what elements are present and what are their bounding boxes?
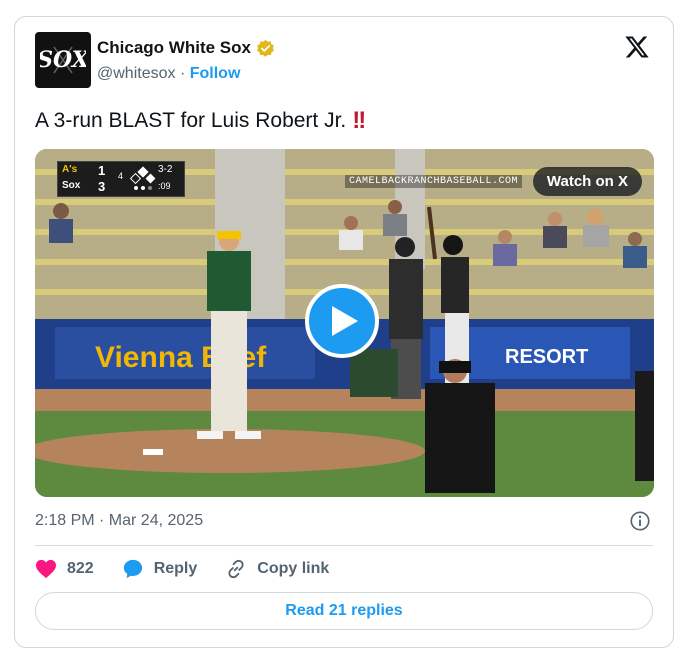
play-icon [332, 306, 358, 336]
embedded-post-card: SOX Chicago White Sox @whitesox · Follow… [14, 16, 674, 648]
tweet-body: A 3-run BLAST for Luis Robert Jr. [35, 109, 347, 132]
action-bar: 822 Reply Copy link [35, 558, 357, 580]
away-team: A's [62, 164, 78, 175]
verified-badge-icon [257, 39, 274, 57]
play-button[interactable] [305, 284, 379, 358]
scorebug: A's 1 Sox 3 4 3-2 :09 [57, 161, 185, 197]
home-team: Sox [62, 180, 81, 191]
divider [35, 545, 653, 546]
x-logo-icon[interactable] [623, 33, 651, 61]
author-handle[interactable]: @whitesox [97, 65, 176, 82]
reply-label: Reply [153, 560, 198, 577]
double-exclamation-emoji: !! [352, 107, 366, 134]
pitch-clock: :09 [158, 181, 171, 191]
home-score: 3 [98, 179, 106, 194]
link-icon [228, 559, 244, 579]
author-avatar[interactable]: SOX [35, 32, 91, 88]
bases-icon [130, 166, 156, 190]
heart-icon [36, 559, 56, 579]
stadium-banner: CAMELBACKRANCHBASEBALL.COM [345, 175, 523, 188]
author-name-row: Chicago White Sox [97, 38, 275, 58]
info-icon[interactable] [629, 510, 651, 532]
post-timestamp[interactable]: 2:18 PM · Mar 24, 2025 [35, 512, 203, 530]
video-player[interactable]: Vienna Beef RESORT A's 1 Sox 3 4 3-2:09… [35, 149, 654, 497]
copy-link-button[interactable]: Copy link [225, 558, 329, 580]
pitch-count: 3-2 [158, 164, 173, 175]
follow-button[interactable]: Follow [190, 65, 241, 82]
watch-on-x-button[interactable]: Watch on X [532, 167, 642, 196]
author-handle-row: @whitesox · Follow [97, 65, 240, 83]
reply-bubble-icon [123, 559, 142, 579]
tweet-text: A 3-run BLAST for Luis Robert Jr. !! [35, 107, 366, 135]
like-count: 822 [67, 560, 94, 577]
reply-button[interactable]: Reply [122, 558, 198, 580]
white-sox-logo-icon: SOX [40, 46, 86, 74]
handle-separator: · [179, 65, 186, 82]
ad-right-text: RESORT [505, 346, 588, 368]
read-replies-button[interactable]: Read 21 replies [35, 592, 653, 630]
copy-link-label: Copy link [257, 560, 330, 577]
author-name[interactable]: Chicago White Sox [97, 38, 251, 58]
away-score: 1 [98, 163, 106, 178]
like-button[interactable]: 822 [35, 559, 94, 579]
inning: 4 [118, 171, 124, 181]
